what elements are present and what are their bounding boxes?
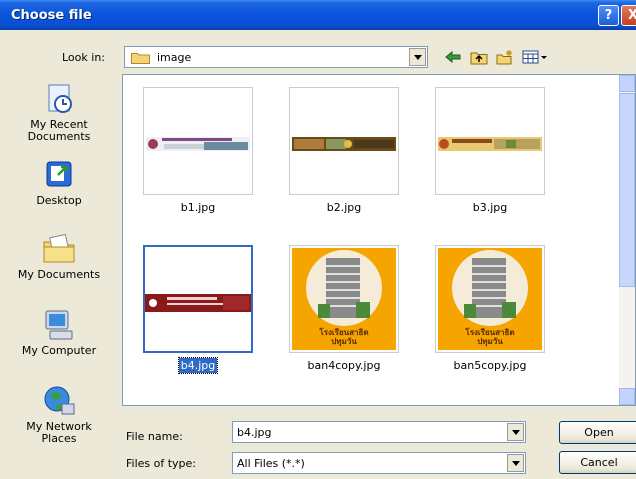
window-title: Choose file [11, 8, 92, 23]
file-name-caption: ban5copy.jpg [453, 359, 527, 372]
place-my-recent-documents[interactable]: My Recent Documents [0, 82, 118, 143]
file-name-dropdown-button[interactable] [507, 423, 524, 441]
place-my-network-places[interactable]: My Network Places [0, 384, 118, 445]
file-thumbnail[interactable] [143, 87, 253, 195]
file-type-dropdown-button[interactable] [507, 454, 524, 472]
file-name-combo[interactable]: b4.jpg [232, 421, 526, 443]
file-name-caption: b3.jpg [472, 201, 508, 214]
file-thumbnail[interactable]: โรงเรียนสาธิต ปทุมวัน [435, 245, 545, 353]
file-thumbnail[interactable]: โรงเรียนสาธิต ปทุมวัน [289, 245, 399, 353]
look-in-combo[interactable]: image [124, 46, 428, 68]
place-label: My Documents [17, 268, 101, 281]
file-name-caption: b4.jpg [177, 357, 219, 374]
my-documents-icon [43, 233, 75, 263]
scroll-down-button[interactable] [619, 388, 635, 405]
file-name-caption: b1.jpg [180, 201, 216, 214]
file-list-view[interactable]: b1.jpg b2.jpg b3.jpg b4.jpg โรงเรียนสาธิ… [122, 74, 636, 406]
folder-icon [131, 53, 150, 64]
scroll-up-button[interactable] [619, 75, 635, 92]
place-label: My Computer [21, 344, 97, 357]
place-my-computer[interactable]: My Computer [0, 308, 118, 357]
place-label: Places [41, 432, 77, 445]
new-folder-icon[interactable] [496, 49, 514, 65]
up-folder-icon[interactable] [470, 49, 488, 65]
look-in-value: image [157, 51, 192, 64]
open-button[interactable]: Open [559, 421, 636, 444]
view-menu-icon[interactable] [522, 49, 548, 65]
file-thumbnail[interactable] [435, 87, 545, 195]
poster-line-2: ปทุมวัน [331, 337, 357, 346]
desktop-icon [46, 161, 72, 187]
file-name-caption: ban4copy.jpg [307, 359, 381, 372]
cancel-button[interactable]: Cancel [559, 451, 636, 474]
place-desktop[interactable]: Desktop [0, 158, 118, 207]
file-thumbnail[interactable] [143, 245, 253, 353]
file-thumbnail[interactable] [289, 87, 399, 195]
file-type-combo[interactable]: All Files (*.*) [232, 452, 526, 474]
close-button[interactable]: X [621, 5, 636, 26]
choose-file-dialog: Choose file ? X Look in: image My Recent… [0, 0, 636, 479]
scroll-thumb[interactable] [619, 93, 635, 287]
file-type-label: Files of type: [126, 457, 197, 470]
place-my-documents[interactable]: My Documents [0, 232, 118, 281]
places-bar: My Recent Documents Desktop My Documents [0, 72, 120, 479]
poster-line-1: โรงเรียนสาธิต [319, 328, 369, 337]
place-label: Desktop [36, 194, 82, 207]
file-name-caption: b2.jpg [326, 201, 362, 214]
vertical-scrollbar[interactable] [619, 75, 635, 405]
network-places-icon [44, 386, 75, 415]
look-in-label: Look in: [62, 51, 105, 64]
poster-line-2: ปทุมวัน [477, 337, 503, 346]
file-name-label: File name: [126, 430, 183, 443]
back-icon[interactable] [444, 49, 462, 65]
recent-documents-icon [48, 84, 72, 113]
file-type-value: All Files (*.*) [237, 457, 305, 470]
look-in-dropdown-button[interactable] [409, 48, 426, 66]
title-bar[interactable]: Choose file ? X [0, 0, 636, 30]
help-button[interactable]: ? [598, 5, 619, 26]
poster-line-1: โรงเรียนสาธิต [465, 328, 515, 337]
file-name-input[interactable]: b4.jpg [237, 426, 272, 439]
my-computer-icon [45, 310, 73, 340]
place-label: Documents [27, 130, 91, 143]
